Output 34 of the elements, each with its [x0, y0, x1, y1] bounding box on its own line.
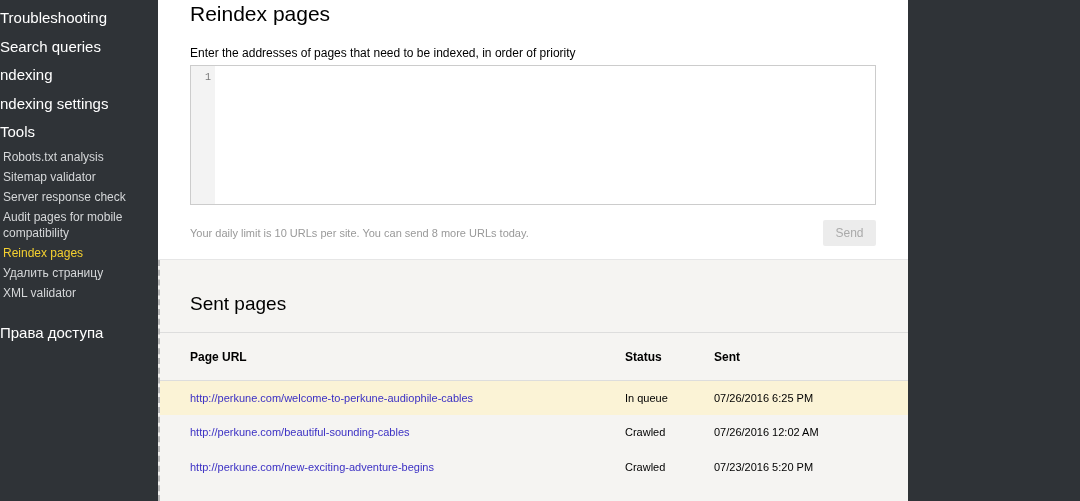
status-cell-text: In queue	[625, 390, 669, 406]
column-header: Sent	[714, 348, 740, 366]
sent-date-cell-text: 07/26/2016 6:25 PM	[714, 390, 814, 406]
sidebar-item[interactable]: Troubleshooting	[0, 4, 158, 33]
url-input-field[interactable]: 1	[190, 65, 876, 205]
sidebar-item[interactable]: ndexing settings	[0, 89, 158, 118]
limit-note: Your daily limit is 10 URLs per site. You can send 8 more URLs today.	[190, 225, 529, 241]
section-title: Reindex pages	[190, 2, 332, 26]
column-header: Page URL	[189, 348, 248, 366]
line-number: 1	[205, 71, 211, 83]
status-cell-text: Crawled	[625, 425, 667, 441]
sidebar-subitem[interactable]: Sitemap validator	[0, 166, 158, 187]
table-row[interactable]: http://perkune.com/welcome-to-perkune-audiophile-cables In queue 07/26/2016 6:25 PM	[160, 380, 908, 415]
table-row[interactable]: http://perkune.com/beautiful-sounding-cables Crawled 07/26/2016 12:02 AM	[160, 415, 908, 450]
page-url-link[interactable]: http://perkune.com/beautiful-sounding-cables	[190, 426, 410, 439]
section-title: Sent pages	[189, 292, 288, 316]
column-header: Status	[625, 348, 663, 366]
sidebar-item[interactable]: ndexing	[0, 61, 158, 90]
sidebar-item[interactable]: Search queries	[0, 32, 158, 61]
field-label: Enter the addresses of pages that need to be indexed, in order of priority	[190, 45, 577, 62]
status-cell-text: Crawled	[625, 460, 667, 476]
sidebar-subitem[interactable]: Reindex pages	[0, 242, 158, 263]
sent-date-cell-text: 07/26/2016 12:02 AM	[714, 425, 819, 441]
table-row[interactable]: http://perkune.com/new-exciting-adventure-begins Crawled 07/23/2016 5:20 PM	[160, 450, 908, 485]
page-url-link[interactable]: http://perkune.com/welcome-to-perkune-audiophile-cables	[190, 391, 474, 404]
sidebar-item[interactable]: Права доступа	[0, 318, 158, 347]
sidebar-subitem[interactable]: XML validator	[0, 282, 158, 303]
page-url-link[interactable]: http://perkune.com/new-exciting-adventure-begins	[190, 461, 434, 474]
sidebar-subitem[interactable]: Server response check	[0, 186, 158, 207]
sidebar-item[interactable]: Tools	[0, 118, 158, 147]
sidebar-subitem[interactable]: Удалить страницу	[0, 262, 158, 283]
sidebar-subitem[interactable]: Robots.txt analysis	[0, 146, 158, 167]
sidebar-subitem[interactable]: Audit pages for mobile compatibility	[0, 206, 158, 243]
sent-date-cell-text: 07/23/2016 5:20 PM	[714, 460, 814, 476]
